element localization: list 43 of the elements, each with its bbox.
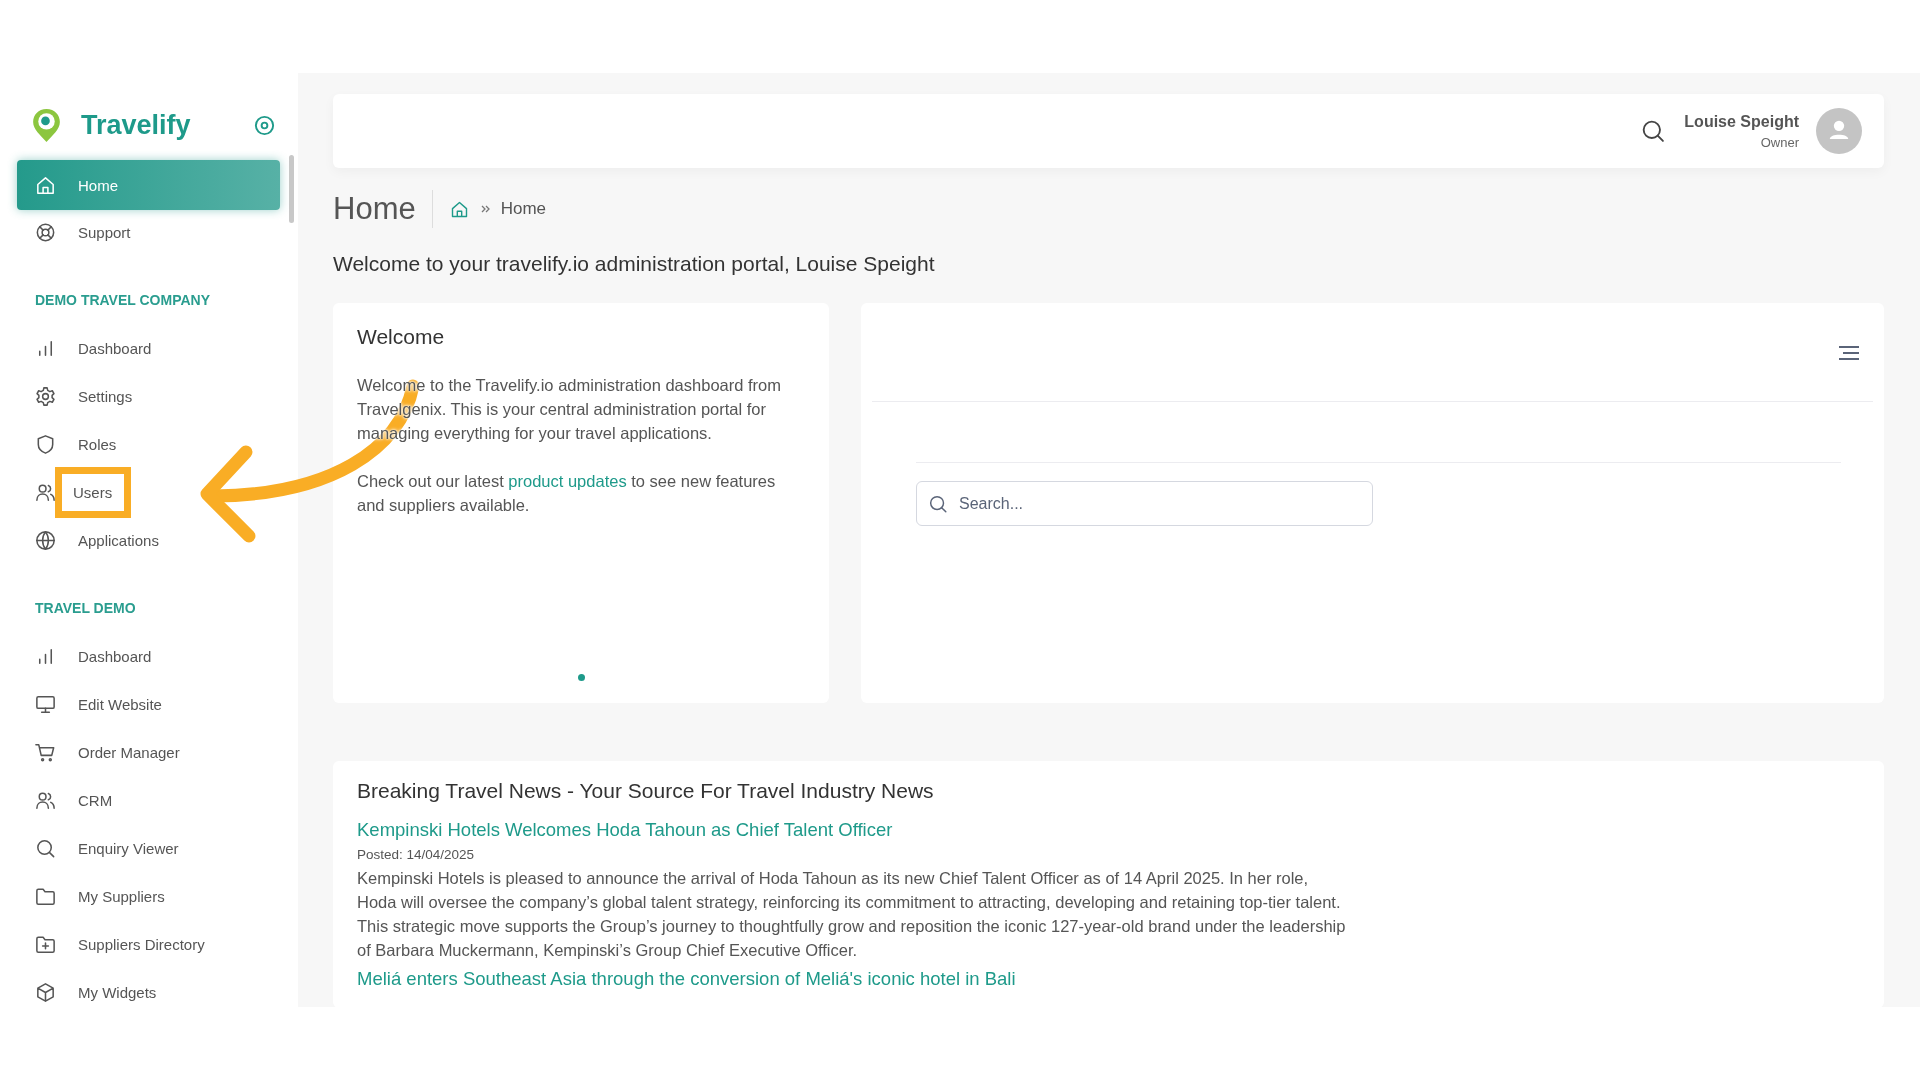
nav-item[interactable]: My Suppliers <box>17 872 280 920</box>
news-title: Breaking Travel News - Your Source For Travel Industry News <box>357 779 935 803</box>
nav-item[interactable]: Edit Website <box>17 680 280 728</box>
welcome-heading: Welcome to your travelify.io administration portal, Louise Speight <box>333 252 936 276</box>
chevrons-icon <box>479 203 491 215</box>
nav-item[interactable]: Roles <box>17 420 280 468</box>
target-icon[interactable] <box>253 113 276 137</box>
breadcrumb-item: Home <box>500 199 547 219</box>
menu-icon[interactable] <box>1837 343 1861 361</box>
nav-item[interactable]: Users <box>17 468 280 516</box>
nav-item[interactable]: Settings <box>17 372 280 420</box>
avatar-icon[interactable] <box>1816 108 1862 154</box>
logo-icon <box>30 106 63 144</box>
brand-name: Travelify <box>81 109 191 141</box>
section-title: TRAVEL DEMO <box>34 599 137 616</box>
nav-item[interactable]: Enquiry Viewer <box>17 824 280 872</box>
page-title: Home <box>333 190 433 228</box>
nav-item[interactable]: Dashboard <box>17 632 280 680</box>
posted-date: Posted: 14/04/2025 <box>357 847 476 862</box>
nav-item[interactable]: Dashboard <box>17 324 280 372</box>
nav-item[interactable]: Order Manager <box>17 728 280 776</box>
cube-icon <box>34 980 57 1004</box>
globe-icon <box>34 528 57 552</box>
product-updates-link[interactable]: product updates <box>508 472 627 490</box>
user-role: Owner <box>1760 134 1799 150</box>
card-paragraph: Check out our latest product updates to see new features and suppliers available. <box>357 471 777 516</box>
carousel-dot[interactable] <box>577 674 585 681</box>
search-icon <box>927 493 949 515</box>
nav-item[interactable]: Applications <box>17 516 280 564</box>
scrollbar-thumb[interactable] <box>289 155 294 223</box>
nav-item[interactable]: My Widgets <box>17 968 280 1007</box>
search-field[interactable]: Search... <box>916 481 1373 526</box>
nav-item[interactable]: Support <box>17 208 280 256</box>
user-name: Louise Speight <box>1684 112 1799 131</box>
settings-icon <box>34 384 57 408</box>
nav-item[interactable]: CRM <box>17 776 280 824</box>
news-headline[interactable]: Meliá enters Southeast Asia through the conversion of Meliá's iconic hotel in Bali <box>357 968 1860 990</box>
section-title: DEMO TRAVEL COMPANY <box>34 291 211 308</box>
card-title: Welcome <box>357 325 446 349</box>
news-summary: Kempinski Hotels is pleased to announce the arrival of Hoda Tahoun as its new Chief Talent Officer as of 14 April 2025. In her role, Hoda will oversee the company’s global talent strategy, reinforcing its commitment to attracting, developing and retaining top-tier talent. This strategic move supports the Group’s journey to thoughtfully grow and reposition the iconic 127-year-old brand under the leadership of Barbara Muckermann, Kempinski’s Group Chief Executive Officer. <box>357 868 1347 961</box>
nav-item[interactable]: Suppliers Directory <box>17 920 280 968</box>
nav-label: Users <box>73 483 113 501</box>
news-headline[interactable]: Kempinski Hotels Welcomes Hoda Tahoun as Chief Talent Officer <box>357 819 1860 841</box>
